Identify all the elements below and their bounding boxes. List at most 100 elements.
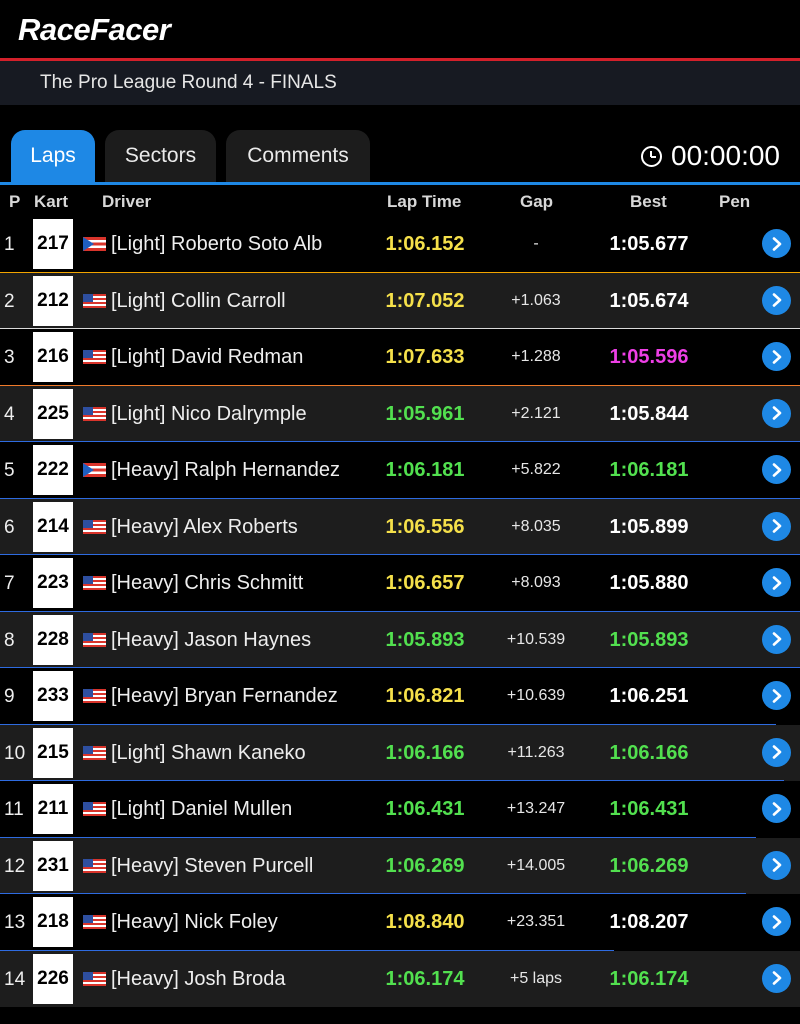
race-timer: 00:00:00: [641, 140, 780, 172]
driver-name: [Light] David Redman: [111, 346, 304, 368]
us-flag-icon: [83, 745, 106, 760]
row-details-chevron-icon[interactable]: [762, 511, 791, 541]
table-row[interactable]: 13 218 [Heavy] Nick Foley 1:08.840 +23.351 1:…: [0, 894, 800, 951]
event-title: The Pro League Round 4 - FINALS: [40, 72, 337, 93]
kart-number: 216: [33, 332, 73, 382]
row-details-chevron-icon[interactable]: [762, 907, 791, 936]
driver-name: [Heavy] Ralph Hernandez: [111, 459, 341, 481]
col-pos: P: [9, 192, 21, 211]
row-details-chevron-icon[interactable]: [762, 455, 791, 484]
table-row[interactable]: 7 223 [Heavy] Chris Schmitt 1:06.657 +8.093 1…: [0, 555, 800, 612]
lap-time: 1:06.556: [385, 515, 465, 538]
kart-number: 214: [33, 501, 73, 552]
best-lap: 1:08.207: [609, 911, 689, 933]
lap-time: 1:06.152: [385, 233, 465, 255]
row-details-chevron-icon[interactable]: [762, 624, 791, 654]
lap-time: 1:07.633: [385, 346, 465, 368]
row-details-chevron-icon[interactable]: [762, 794, 791, 823]
row-details-chevron-icon[interactable]: [762, 681, 791, 710]
tab-comments[interactable]: Comments: [226, 130, 370, 182]
timer-value: 00:00:00: [671, 140, 780, 171]
gap-value: +8.035: [511, 517, 561, 535]
position: 6: [4, 516, 15, 538]
position: 10: [4, 742, 26, 764]
puerto-rico-flag-icon: [83, 237, 106, 251]
table-row[interactable]: 1 217 [Light] Roberto Soto Alb 1:06.152 - 1:0…: [0, 216, 800, 273]
kart-number: 212: [33, 275, 73, 326]
gap-value: +5 laps: [509, 969, 563, 987]
position: 12: [4, 855, 26, 877]
table-row[interactable]: 6 214 [Heavy] Alex Roberts 1:06.556 +8.035 1:…: [0, 498, 800, 555]
gap-value: +2.121: [511, 404, 561, 422]
us-flag-icon: [83, 576, 106, 590]
table-row[interactable]: 11 211 [Light] Daniel Mullen 1:06.431 +13.24…: [0, 781, 800, 838]
table-row[interactable]: 4 225 [Light] Nico Dalrymple 1:05.961 +2.121…: [0, 385, 800, 442]
row-details-chevron-icon[interactable]: [762, 963, 791, 993]
lap-time: 1:06.181: [385, 459, 465, 481]
position: 3: [4, 347, 15, 368]
lap-time: 1:06.431: [385, 798, 465, 820]
position: 14: [4, 968, 26, 990]
best-lap: 1:05.674: [609, 289, 689, 312]
driver-name: [Heavy] Bryan Fernandez: [111, 685, 338, 707]
driver-name: [Light] Shawn Kaneko: [111, 741, 306, 764]
racefacer-logo[interactable]: RaceFacer: [18, 12, 171, 48]
row-details-chevron-icon[interactable]: [762, 229, 791, 258]
lap-time: 1:06.166: [385, 741, 465, 764]
table-row[interactable]: 14 226 [Heavy] Josh Broda 1:06.174 +5 laps 1:…: [0, 950, 800, 1007]
kart-number: 217: [33, 219, 73, 269]
best-lap: 1:05.596: [609, 346, 689, 368]
col-best: Best: [630, 192, 667, 211]
table-row[interactable]: 5 222 [Heavy] Ralph Hernandez 1:06.181 +5.82…: [0, 442, 800, 499]
table-row[interactable]: 9 233 [Heavy] Bryan Fernandez 1:06.821 +10.6…: [0, 668, 800, 725]
us-flag-icon: [83, 519, 106, 534]
gap-value: +11.263: [507, 743, 565, 761]
table-row[interactable]: 12 231 [Heavy] Steven Purcell 1:06.269 +14.0…: [0, 837, 800, 894]
gap-value: +14.005: [506, 856, 566, 874]
col-lap-time: Lap Time: [387, 192, 462, 211]
col-driver: Driver: [102, 192, 152, 211]
driver-name: [Light] Nico Dalrymple: [111, 402, 307, 425]
tab-laps[interactable]: Laps: [11, 130, 95, 182]
position: 7: [4, 573, 15, 594]
us-flag-icon: [83, 858, 106, 873]
row-details-chevron-icon[interactable]: [762, 285, 791, 315]
table-row[interactable]: 3 216 [Light] David Redman 1:07.633 +1.288 1:…: [0, 329, 800, 386]
lap-time: 1:07.052: [385, 289, 465, 312]
best-lap: 1:06.174: [609, 967, 689, 990]
kart-number: 215: [33, 727, 73, 778]
table-row[interactable]: 2 212 [Light] Collin Carroll 1:07.052 +1.063…: [0, 272, 800, 329]
us-flag-icon: [83, 802, 106, 816]
lap-time: 1:06.174: [385, 967, 465, 990]
lap-time: 1:06.821: [385, 685, 465, 707]
position: 1: [4, 234, 15, 255]
driver-name: [Light] Daniel Mullen: [111, 798, 293, 820]
gap-value: +1.063: [511, 291, 561, 309]
puerto-rico-flag-icon: [83, 463, 106, 477]
us-flag-icon: [83, 632, 106, 647]
gap-value: +10.539: [506, 630, 566, 648]
us-flag-icon: [83, 350, 106, 364]
table-header: P Kart Driver Lap Time Gap Best Pen: [0, 185, 800, 216]
us-flag-icon: [83, 406, 106, 421]
tab-sectors[interactable]: Sectors: [105, 130, 216, 182]
table-row[interactable]: 8 228 [Heavy] Jason Haynes 1:05.893 +10.539 1…: [0, 611, 800, 668]
driver-name: [Light] Roberto Soto Alb: [111, 233, 323, 255]
row-details-chevron-icon[interactable]: [762, 568, 791, 597]
row-details-chevron-icon[interactable]: [762, 398, 791, 428]
position: 8: [4, 629, 15, 651]
row-details-chevron-icon[interactable]: [762, 342, 791, 371]
clock-icon: [641, 145, 662, 167]
gap-value: +13.247: [506, 800, 566, 817]
app-header: RaceFacer: [0, 0, 800, 58]
col-pen: Pen: [719, 192, 751, 211]
table-row[interactable]: 10 215 [Light] Shawn Kaneko 1:06.166 +11.263…: [0, 724, 800, 781]
gap-value: +1.288: [511, 348, 561, 365]
event-title-bar: The Pro League Round 4 - FINALS: [0, 61, 800, 105]
kart-number: 228: [33, 614, 73, 665]
row-details-chevron-icon[interactable]: [762, 737, 791, 767]
lap-time: 1:06.269: [385, 854, 465, 877]
row-details-chevron-icon[interactable]: [762, 850, 791, 880]
gap-value: +5.822: [511, 461, 561, 478]
best-lap: 1:06.166: [609, 741, 689, 764]
